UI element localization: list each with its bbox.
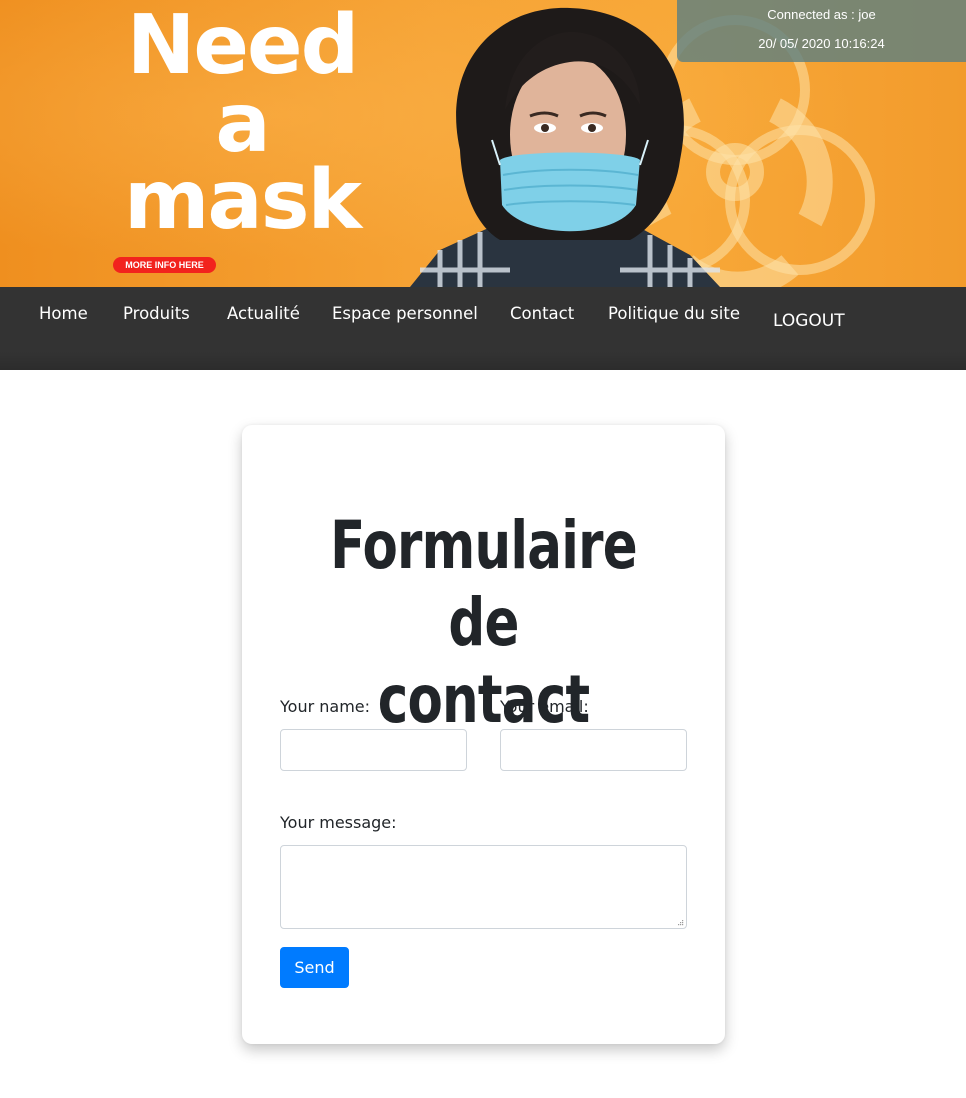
banner-headline: Need a mask [112, 0, 372, 248]
name-input[interactable] [280, 729, 467, 771]
session-info: Connected as : joe 20/ 05/ 2020 10:16:24 [677, 0, 966, 62]
title-line-1: Formulaire de [330, 507, 637, 661]
headline-line-1: Need [126, 0, 360, 93]
logout-link[interactable]: LOGOUT [773, 311, 845, 331]
nav-home[interactable]: Home [39, 304, 88, 323]
nav-contact[interactable]: Contact [510, 304, 574, 323]
session-datetime: 20/ 05/ 2020 10:16:24 [758, 36, 885, 51]
main-navigation: Home Produits Actualité Espace personnel… [0, 287, 966, 370]
email-input[interactable] [500, 729, 687, 771]
message-label: Your message: [280, 813, 397, 832]
name-label: Your name: [280, 697, 371, 716]
nav-espace-personnel[interactable]: Espace personnel [332, 304, 478, 323]
message-textarea[interactable] [280, 845, 687, 929]
hero-banner: Need a mask MORE INFO HERE Connected as … [0, 0, 966, 287]
contact-form-card: Formulaire de contact Your name: Your em… [242, 425, 725, 1044]
nav-produits[interactable]: Produits [123, 304, 190, 323]
nav-politique-du-site[interactable]: Politique du site [608, 304, 740, 323]
resize-grip-icon[interactable] [676, 918, 684, 926]
headline-line-2: a [215, 76, 270, 171]
nav-actualite[interactable]: Actualité [227, 304, 300, 323]
headline-line-3: mask [123, 153, 362, 248]
send-button[interactable]: Send [280, 947, 349, 988]
email-label: Your email: [500, 697, 589, 716]
more-info-button[interactable]: MORE INFO HERE [113, 257, 216, 273]
message-wrapper [280, 845, 687, 929]
connected-user: Connected as : joe [767, 7, 876, 22]
